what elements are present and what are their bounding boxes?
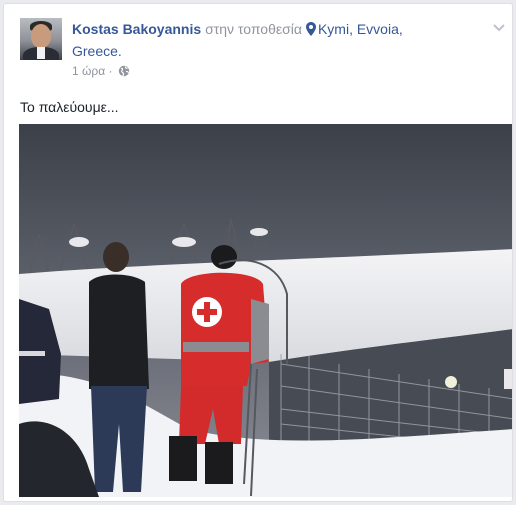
avatar-face xyxy=(31,24,51,48)
photo-lamp xyxy=(445,376,457,388)
timestamp-link[interactable]: 1 ώρα xyxy=(72,64,105,78)
photo-building-window xyxy=(504,369,512,389)
chevron-down-icon[interactable] xyxy=(492,20,506,32)
author-avatar[interactable] xyxy=(20,18,62,60)
post-meta: 1 ώρα · xyxy=(72,64,130,80)
post-text: Το παλεύουμε... xyxy=(20,99,119,115)
post-header: Kostas Bakoyannis στην τοποθεσία Kymi, Ev… xyxy=(72,19,472,61)
post-card: Kostas Bakoyannis στην τοποθεσία Kymi, Ev… xyxy=(3,3,513,502)
map-pin-icon xyxy=(305,21,316,41)
location-link-line2[interactable]: Greece. xyxy=(72,43,122,59)
avatar-collar xyxy=(37,47,45,59)
location-link-line1[interactable]: Kymi, Evvoia, xyxy=(318,21,403,37)
author-name-link[interactable]: Kostas Bakoyannis xyxy=(72,21,201,37)
meta-separator: · xyxy=(108,64,113,78)
post-photo[interactable] xyxy=(19,124,512,497)
globe-icon[interactable] xyxy=(118,65,130,80)
location-connector: στην τοποθεσία xyxy=(205,21,302,37)
